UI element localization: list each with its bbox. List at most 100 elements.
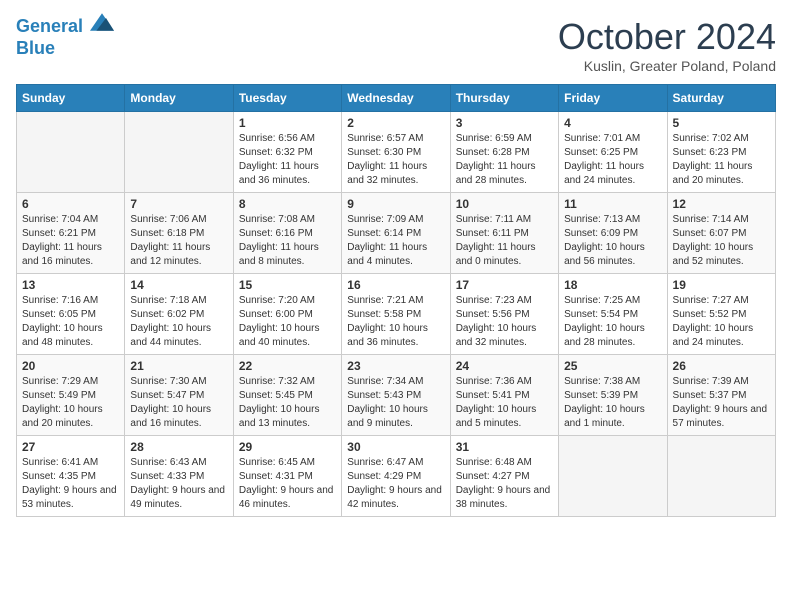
day-number: 1 <box>239 116 336 130</box>
day-number: 20 <box>22 359 119 373</box>
day-cell: 29 Sunrise: 6:45 AMSunset: 4:31 PMDaylig… <box>233 436 341 517</box>
month-title: October 2024 <box>558 16 776 58</box>
day-number: 2 <box>347 116 444 130</box>
col-saturday: Saturday <box>667 85 775 112</box>
day-info: Sunrise: 6:43 AMSunset: 4:33 PMDaylight:… <box>130 456 227 512</box>
col-tuesday: Tuesday <box>233 85 341 112</box>
day-info: Sunrise: 7:38 AMSunset: 5:39 PMDaylight:… <box>564 375 661 431</box>
day-cell: 14 Sunrise: 7:18 AMSunset: 6:02 PMDaylig… <box>125 274 233 355</box>
day-info: Sunrise: 7:06 AMSunset: 6:18 PMDaylight:… <box>130 213 227 269</box>
calendar-header: Sunday Monday Tuesday Wednesday Thursday… <box>17 85 776 112</box>
day-cell: 30 Sunrise: 6:47 AMSunset: 4:29 PMDaylig… <box>342 436 450 517</box>
day-info: Sunrise: 6:47 AMSunset: 4:29 PMDaylight:… <box>347 456 444 512</box>
day-info: Sunrise: 7:01 AMSunset: 6:25 PMDaylight:… <box>564 132 661 188</box>
day-number: 13 <box>22 278 119 292</box>
day-info: Sunrise: 7:39 AMSunset: 5:37 PMDaylight:… <box>673 375 770 431</box>
day-cell: 13 Sunrise: 7:16 AMSunset: 6:05 PMDaylig… <box>17 274 125 355</box>
day-info: Sunrise: 6:56 AMSunset: 6:32 PMDaylight:… <box>239 132 336 188</box>
day-info: Sunrise: 6:57 AMSunset: 6:30 PMDaylight:… <box>347 132 444 188</box>
day-cell: 11 Sunrise: 7:13 AMSunset: 6:09 PMDaylig… <box>559 193 667 274</box>
logo-text: General <box>16 16 114 38</box>
day-number: 31 <box>456 440 553 454</box>
day-number: 4 <box>564 116 661 130</box>
day-cell: 21 Sunrise: 7:30 AMSunset: 5:47 PMDaylig… <box>125 355 233 436</box>
col-sunday: Sunday <box>17 85 125 112</box>
day-info: Sunrise: 6:45 AMSunset: 4:31 PMDaylight:… <box>239 456 336 512</box>
day-cell: 12 Sunrise: 7:14 AMSunset: 6:07 PMDaylig… <box>667 193 775 274</box>
day-cell: 16 Sunrise: 7:21 AMSunset: 5:58 PMDaylig… <box>342 274 450 355</box>
day-number: 23 <box>347 359 444 373</box>
day-info: Sunrise: 6:41 AMSunset: 4:35 PMDaylight:… <box>22 456 119 512</box>
day-cell: 5 Sunrise: 7:02 AMSunset: 6:23 PMDayligh… <box>667 112 775 193</box>
day-cell: 28 Sunrise: 6:43 AMSunset: 4:33 PMDaylig… <box>125 436 233 517</box>
day-number: 25 <box>564 359 661 373</box>
day-info: Sunrise: 7:16 AMSunset: 6:05 PMDaylight:… <box>22 294 119 350</box>
day-number: 11 <box>564 197 661 211</box>
calendar-body: 1 Sunrise: 6:56 AMSunset: 6:32 PMDayligh… <box>17 112 776 517</box>
day-number: 6 <box>22 197 119 211</box>
page-header: General Blue October 2024 Kuslin, Greate… <box>16 16 776 74</box>
day-info: Sunrise: 6:48 AMSunset: 4:27 PMDaylight:… <box>456 456 553 512</box>
day-info: Sunrise: 7:08 AMSunset: 6:16 PMDaylight:… <box>239 213 336 269</box>
logo-line1: General <box>16 16 83 36</box>
day-cell: 8 Sunrise: 7:08 AMSunset: 6:16 PMDayligh… <box>233 193 341 274</box>
day-info: Sunrise: 7:21 AMSunset: 5:58 PMDaylight:… <box>347 294 444 350</box>
logo: General Blue <box>16 16 114 59</box>
day-number: 14 <box>130 278 227 292</box>
col-wednesday: Wednesday <box>342 85 450 112</box>
logo-icon <box>90 12 114 32</box>
week-row-1: 1 Sunrise: 6:56 AMSunset: 6:32 PMDayligh… <box>17 112 776 193</box>
day-number: 22 <box>239 359 336 373</box>
week-row-4: 20 Sunrise: 7:29 AMSunset: 5:49 PMDaylig… <box>17 355 776 436</box>
title-section: October 2024 Kuslin, Greater Poland, Pol… <box>558 16 776 74</box>
day-info: Sunrise: 7:14 AMSunset: 6:07 PMDaylight:… <box>673 213 770 269</box>
week-row-3: 13 Sunrise: 7:16 AMSunset: 6:05 PMDaylig… <box>17 274 776 355</box>
day-number: 30 <box>347 440 444 454</box>
day-info: Sunrise: 7:25 AMSunset: 5:54 PMDaylight:… <box>564 294 661 350</box>
subtitle: Kuslin, Greater Poland, Poland <box>558 58 776 74</box>
day-number: 15 <box>239 278 336 292</box>
day-cell <box>667 436 775 517</box>
logo-line2: Blue <box>16 38 114 60</box>
day-info: Sunrise: 7:23 AMSunset: 5:56 PMDaylight:… <box>456 294 553 350</box>
day-number: 5 <box>673 116 770 130</box>
day-cell: 15 Sunrise: 7:20 AMSunset: 6:00 PMDaylig… <box>233 274 341 355</box>
day-cell: 27 Sunrise: 6:41 AMSunset: 4:35 PMDaylig… <box>17 436 125 517</box>
day-info: Sunrise: 7:18 AMSunset: 6:02 PMDaylight:… <box>130 294 227 350</box>
day-number: 24 <box>456 359 553 373</box>
col-monday: Monday <box>125 85 233 112</box>
day-cell <box>559 436 667 517</box>
day-info: Sunrise: 7:02 AMSunset: 6:23 PMDaylight:… <box>673 132 770 188</box>
day-number: 21 <box>130 359 227 373</box>
day-number: 16 <box>347 278 444 292</box>
col-thursday: Thursday <box>450 85 558 112</box>
day-cell: 23 Sunrise: 7:34 AMSunset: 5:43 PMDaylig… <box>342 355 450 436</box>
day-cell: 17 Sunrise: 7:23 AMSunset: 5:56 PMDaylig… <box>450 274 558 355</box>
day-cell: 19 Sunrise: 7:27 AMSunset: 5:52 PMDaylig… <box>667 274 775 355</box>
week-row-2: 6 Sunrise: 7:04 AMSunset: 6:21 PMDayligh… <box>17 193 776 274</box>
col-friday: Friday <box>559 85 667 112</box>
day-cell: 10 Sunrise: 7:11 AMSunset: 6:11 PMDaylig… <box>450 193 558 274</box>
week-row-5: 27 Sunrise: 6:41 AMSunset: 4:35 PMDaylig… <box>17 436 776 517</box>
day-number: 26 <box>673 359 770 373</box>
day-info: Sunrise: 7:09 AMSunset: 6:14 PMDaylight:… <box>347 213 444 269</box>
day-info: Sunrise: 7:20 AMSunset: 6:00 PMDaylight:… <box>239 294 336 350</box>
day-number: 7 <box>130 197 227 211</box>
day-number: 17 <box>456 278 553 292</box>
day-info: Sunrise: 6:59 AMSunset: 6:28 PMDaylight:… <box>456 132 553 188</box>
header-row: Sunday Monday Tuesday Wednesday Thursday… <box>17 85 776 112</box>
day-number: 10 <box>456 197 553 211</box>
day-info: Sunrise: 7:34 AMSunset: 5:43 PMDaylight:… <box>347 375 444 431</box>
day-cell: 4 Sunrise: 7:01 AMSunset: 6:25 PMDayligh… <box>559 112 667 193</box>
day-cell: 24 Sunrise: 7:36 AMSunset: 5:41 PMDaylig… <box>450 355 558 436</box>
day-cell: 1 Sunrise: 6:56 AMSunset: 6:32 PMDayligh… <box>233 112 341 193</box>
day-number: 27 <box>22 440 119 454</box>
day-cell <box>17 112 125 193</box>
day-cell: 22 Sunrise: 7:32 AMSunset: 5:45 PMDaylig… <box>233 355 341 436</box>
day-info: Sunrise: 7:29 AMSunset: 5:49 PMDaylight:… <box>22 375 119 431</box>
day-number: 12 <box>673 197 770 211</box>
day-cell: 7 Sunrise: 7:06 AMSunset: 6:18 PMDayligh… <box>125 193 233 274</box>
day-info: Sunrise: 7:27 AMSunset: 5:52 PMDaylight:… <box>673 294 770 350</box>
day-cell: 2 Sunrise: 6:57 AMSunset: 6:30 PMDayligh… <box>342 112 450 193</box>
day-info: Sunrise: 7:11 AMSunset: 6:11 PMDaylight:… <box>456 213 553 269</box>
